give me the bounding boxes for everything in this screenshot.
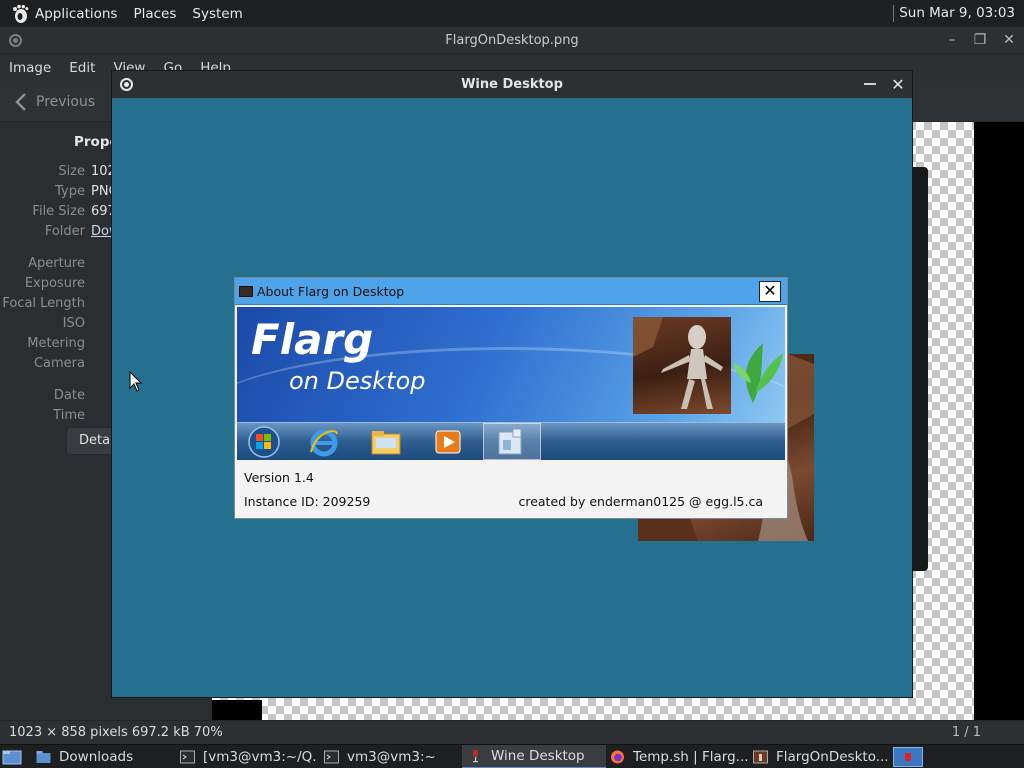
folder-icon bbox=[36, 751, 51, 763]
prop-filesize-label: File Size bbox=[32, 204, 85, 219]
wine-icon bbox=[473, 750, 478, 763]
exif-metering-label: Metering bbox=[27, 336, 85, 351]
media-player-icon bbox=[435, 430, 461, 454]
image-icon bbox=[753, 750, 768, 764]
maximize-icon[interactable]: ❐ bbox=[972, 32, 988, 48]
chevron-left-icon bbox=[15, 93, 26, 111]
previous-button[interactable]: Previous bbox=[14, 89, 95, 115]
system-menu[interactable]: System bbox=[184, 0, 250, 27]
wine-titlebar: Wine Desktop ✕ bbox=[112, 71, 912, 98]
terminal-icon bbox=[180, 750, 195, 764]
prop-size-label: Size bbox=[58, 164, 85, 179]
panel-separator bbox=[893, 5, 894, 22]
version-text: Version 1.4 bbox=[244, 470, 314, 485]
task-label: Wine Desktop bbox=[491, 748, 585, 764]
about-banner: Flarg on Desktop bbox=[237, 307, 785, 422]
bottom-panel: Downloads [vm3@vm3:~/Q... vm3@vm3:~ Wine… bbox=[0, 744, 1024, 768]
workspace-switcher[interactable] bbox=[893, 747, 923, 767]
about-dialog: About Flarg on Desktop ✕ Flarg on Deskto… bbox=[234, 277, 788, 519]
task-label: vm3@vm3:~ bbox=[347, 749, 436, 765]
flarg-logo-text: Flarg bbox=[251, 315, 374, 364]
task-terminal-2[interactable]: vm3@vm3:~ bbox=[324, 745, 454, 768]
exif-iso-label: ISO bbox=[62, 316, 85, 331]
about-title: About Flarg on Desktop bbox=[257, 284, 405, 299]
task-label: Downloads bbox=[59, 749, 134, 765]
applications-menu[interactable]: Applications bbox=[0, 0, 125, 27]
leaf-graphic bbox=[733, 343, 783, 403]
viewer-statusbar: 1023 × 858 pixels 697.2 kB 70% 1 / 1 bbox=[0, 720, 1024, 744]
canvas-corner bbox=[212, 700, 262, 720]
internet-explorer-icon bbox=[310, 429, 338, 457]
viewer-title: FlargOnDesktop.png bbox=[445, 33, 579, 48]
show-desktop-icon[interactable] bbox=[2, 749, 22, 765]
exif-aperture-label: Aperture bbox=[28, 256, 85, 271]
status-dimensions: 1023 × 858 pixels 697.2 kB 70% bbox=[9, 725, 223, 740]
flarg-window-icon bbox=[498, 428, 522, 455]
flarg-app-icon bbox=[239, 286, 253, 297]
flarg-creature-graphic bbox=[633, 317, 723, 409]
about-taskbar-strip bbox=[237, 422, 785, 460]
task-label: Temp.sh | Flarg... bbox=[633, 749, 748, 765]
windows-start-orb-icon bbox=[248, 426, 280, 458]
exif-camera-label: Camera bbox=[33, 356, 85, 371]
mouse-cursor-icon bbox=[129, 371, 143, 392]
task-firefox[interactable]: Temp.sh | Flarg... bbox=[610, 745, 748, 768]
credit-text: created by enderman0125 @ egg.l5.ca bbox=[518, 494, 763, 509]
top-panel: Applications Places System Sun Mar 9, 03… bbox=[0, 0, 1024, 27]
firefox-icon bbox=[611, 750, 624, 764]
prop-type-label: Type bbox=[55, 184, 85, 199]
clock[interactable]: Sun Mar 9, 03:03 bbox=[899, 0, 1015, 27]
about-close-button[interactable]: ✕ bbox=[759, 281, 781, 302]
date-label: Date bbox=[53, 388, 85, 403]
image-edge bbox=[912, 167, 928, 571]
time-label: Time bbox=[53, 408, 85, 423]
close-icon[interactable]: ✕ bbox=[890, 75, 906, 94]
task-label: FlargOnDeskto... bbox=[776, 749, 887, 765]
viewer-titlebar: FlargOnDesktop.png – ❐ ✕ bbox=[0, 27, 1024, 54]
terminal-icon bbox=[324, 750, 339, 764]
task-terminal-1[interactable]: [vm3@vm3:~/Q... bbox=[180, 745, 316, 768]
places-menu[interactable]: Places bbox=[125, 0, 184, 27]
menu-image[interactable]: Image bbox=[0, 60, 60, 76]
flarg-subtitle: on Desktop bbox=[289, 367, 426, 395]
wine-desktop-window[interactable]: Wine Desktop ✕ About Flarg on Desktop ✕ … bbox=[111, 70, 913, 698]
instance-id-text: Instance ID: 209259 bbox=[244, 494, 371, 509]
prop-folder-label: Folder bbox=[44, 224, 85, 239]
task-image-viewer[interactable]: FlargOnDeskto... bbox=[753, 745, 887, 768]
wine-title: Wine Desktop bbox=[461, 77, 563, 92]
applications-label: Applications bbox=[35, 5, 118, 22]
task-downloads[interactable]: Downloads bbox=[36, 745, 170, 768]
gnome-foot-icon bbox=[13, 4, 29, 23]
status-page-count: 1 / 1 bbox=[951, 725, 981, 740]
close-icon[interactable]: ✕ bbox=[1001, 32, 1017, 48]
file-explorer-icon bbox=[371, 431, 401, 455]
task-wine-desktop[interactable]: Wine Desktop bbox=[462, 745, 606, 768]
exif-focal-length-label: Focal Length bbox=[2, 296, 85, 311]
minimize-icon[interactable]: – bbox=[944, 32, 960, 48]
menu-edit[interactable]: Edit bbox=[60, 60, 104, 76]
minimize-icon[interactable] bbox=[864, 83, 876, 85]
canvas-background bbox=[974, 122, 1024, 720]
exif-exposure-label: Exposure bbox=[24, 276, 85, 291]
flarg-thumbnail bbox=[633, 317, 731, 414]
task-label: [vm3@vm3:~/Q... bbox=[203, 749, 316, 765]
previous-label: Previous bbox=[36, 94, 96, 110]
about-titlebar: About Flarg on Desktop ✕ bbox=[235, 278, 787, 305]
